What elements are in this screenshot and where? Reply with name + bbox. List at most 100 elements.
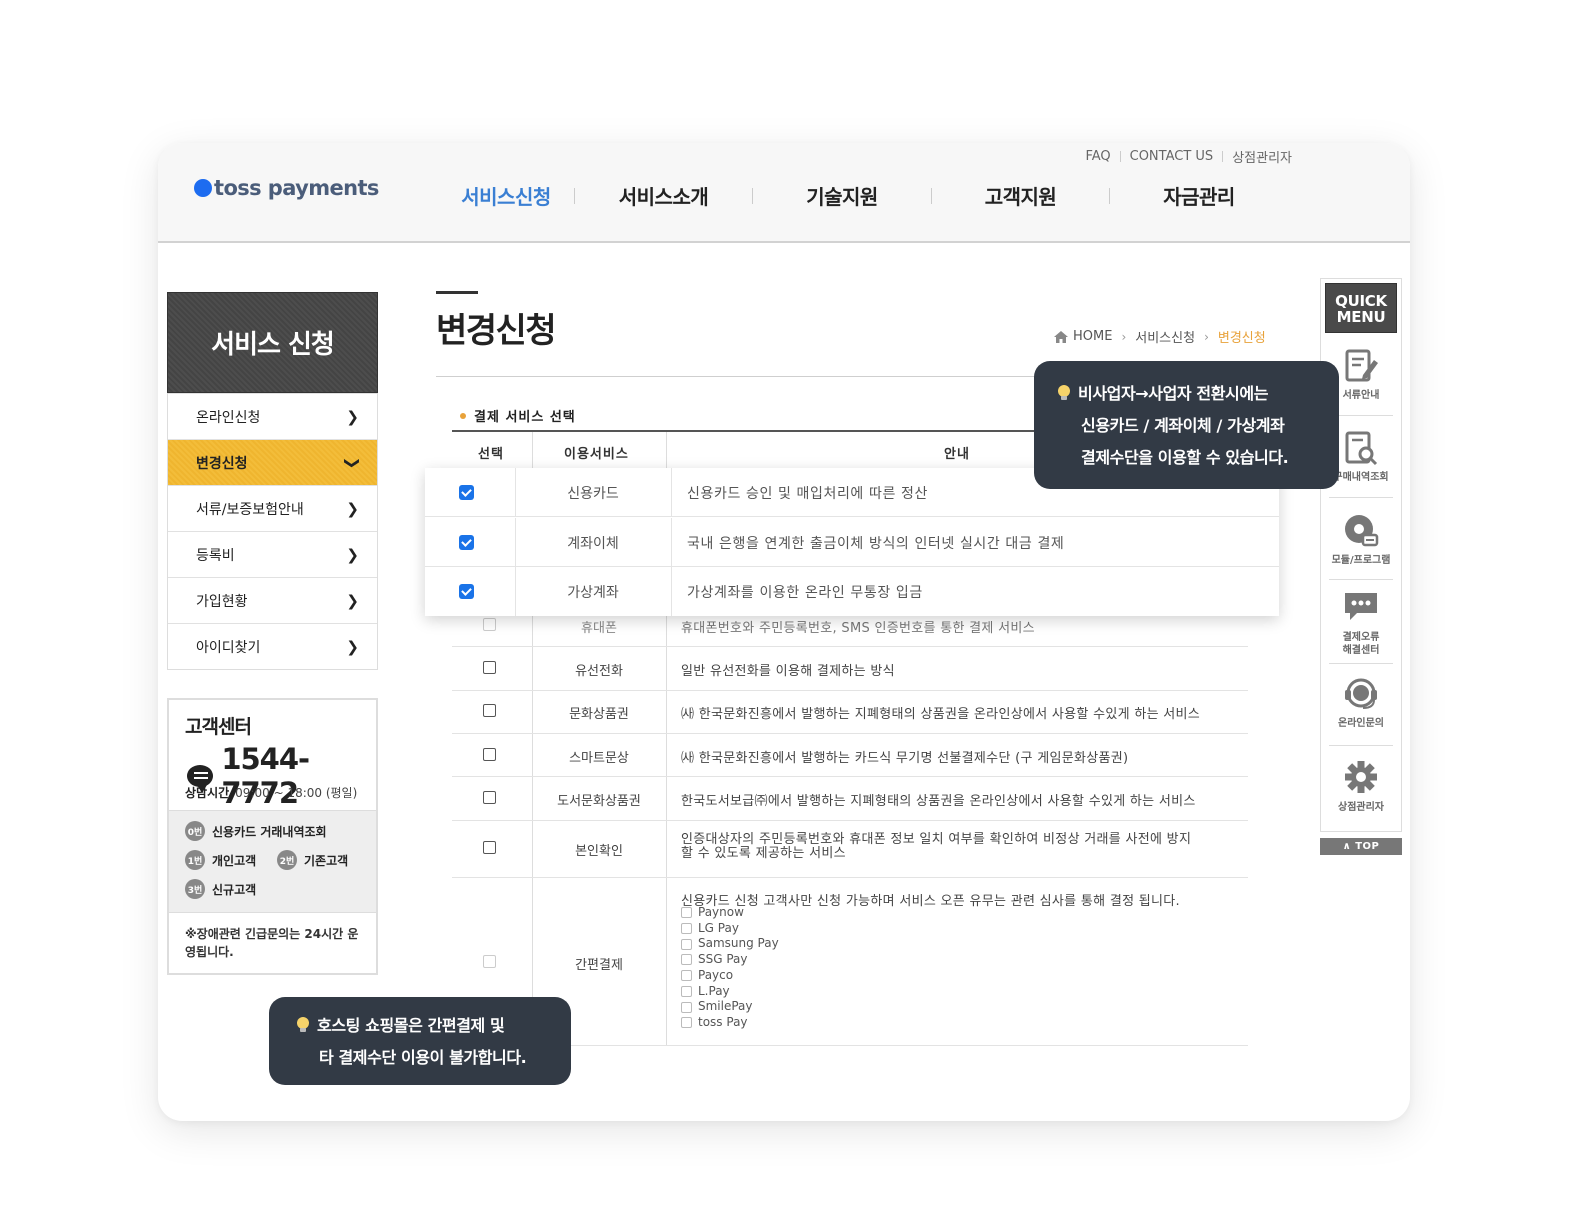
service-description: 휴대폰번호와 주민등록번호, SMS 인증번호를 통한 결제 서비스 bbox=[681, 621, 1035, 636]
sidebar-item-online-apply[interactable]: 온라인신청 ❯ bbox=[168, 393, 377, 439]
table-row-divider bbox=[452, 646, 1248, 647]
headset-icon bbox=[1345, 678, 1377, 709]
row-checkbox[interactable] bbox=[483, 618, 496, 631]
option-checkbox[interactable] bbox=[681, 938, 692, 950]
row-checkbox[interactable] bbox=[483, 748, 496, 761]
app-window: toss payments FAQ CONTACT US 상점관리자 서비스신청… bbox=[158, 143, 1410, 1121]
option-checkbox[interactable] bbox=[681, 954, 692, 966]
option-label: SSG Pay bbox=[698, 952, 748, 967]
row-checkbox[interactable] bbox=[483, 791, 496, 804]
service-name: 휴대폰 bbox=[581, 621, 617, 636]
ars-menu: 0번 신용카드 거래내역조회 1번 개인고객 2번 기존고객 3번 신규고객 bbox=[169, 810, 376, 913]
nav-service-apply[interactable]: 서비스신청 bbox=[438, 181, 574, 210]
sidebar-item-registration-fee[interactable]: 등록비 ❯ bbox=[168, 531, 377, 577]
divider bbox=[1329, 663, 1393, 664]
sidebar-item-signup-status[interactable]: 가입현황 ❯ bbox=[168, 577, 377, 623]
option-label: Payco bbox=[698, 967, 734, 982]
quick-menu-title-line: QUICK bbox=[1335, 292, 1387, 310]
quick-online-inquiry[interactable]: 온라인문의 bbox=[1321, 675, 1401, 730]
row-checkbox[interactable] bbox=[483, 955, 496, 968]
easy-pay-option[interactable]: Paynow bbox=[681, 905, 779, 921]
easy-pay-option[interactable]: Payco bbox=[681, 968, 779, 984]
checked-checkbox[interactable] bbox=[459, 584, 474, 599]
sidebar-item-documents[interactable]: 서류/보증보험안내 ❯ bbox=[168, 485, 377, 531]
option-label: toss Pay bbox=[698, 1014, 748, 1029]
table-bottom-border bbox=[452, 1045, 1248, 1046]
table-row-divider bbox=[452, 820, 1248, 821]
service-description: ㈔ 한국문화진흥에서 발행하는 지폐형태의 상품권을 온라인상에서 사용할 수있… bbox=[681, 707, 1201, 722]
row-checkbox[interactable] bbox=[483, 661, 496, 674]
easy-pay-option[interactable]: SSG Pay bbox=[681, 952, 779, 968]
quick-modules[interactable]: 모듈/프로그램 bbox=[1321, 512, 1401, 567]
lightbulb-icon bbox=[1058, 385, 1070, 400]
option-checkbox[interactable] bbox=[681, 970, 692, 982]
option-checkbox[interactable] bbox=[681, 1017, 692, 1029]
row-checkbox[interactable] bbox=[483, 704, 496, 717]
logo-text: toss payments bbox=[214, 176, 379, 200]
option-checkbox[interactable] bbox=[681, 985, 692, 997]
tooltip-line: 호스팅 쇼핑몰은 간편결제 및 bbox=[297, 1010, 571, 1042]
sidebar-item-label: 변경신청 bbox=[196, 455, 248, 472]
chevron-right-icon: ❯ bbox=[346, 545, 359, 564]
service-name: 도서문화상품권 bbox=[557, 794, 641, 809]
sidebar-item-label: 아이디찾기 bbox=[196, 639, 261, 656]
service-name: 문화상품권 bbox=[569, 707, 629, 722]
ars-option-label: 개인고객 bbox=[212, 853, 257, 868]
tooltip-business-conversion: 비사업자→사업자 전환시에는 신용카드 / 계좌이체 / 가상계좌 결제수단을 … bbox=[1034, 361, 1339, 489]
easy-pay-option[interactable]: Samsung Pay bbox=[681, 936, 779, 952]
nav-tech-support[interactable]: 기술지원 bbox=[753, 181, 931, 210]
option-checkbox[interactable] bbox=[681, 1001, 692, 1013]
sidebar-menu: 온라인신청 ❯ 변경신청 ❯ 서류/보증보험안내 ❯ 등록비 ❯ 가입현황 ❯ … bbox=[167, 393, 378, 670]
checked-checkbox[interactable] bbox=[459, 535, 474, 550]
sidebar-item-change-request[interactable]: 변경신청 ❯ bbox=[168, 439, 377, 485]
quick-error-center[interactable]: 결제오류 해결센터 bbox=[1321, 589, 1401, 657]
sidebar-item-label: 서류/보증보험안내 bbox=[196, 501, 304, 518]
table-row-divider bbox=[452, 877, 1248, 878]
ars-option-label: 기존고객 bbox=[304, 853, 349, 868]
merchant-admin-link[interactable]: 상점관리자 bbox=[1232, 147, 1292, 166]
ars-number-badge: 1번 bbox=[185, 850, 205, 870]
chevron-right-icon: ❯ bbox=[346, 637, 359, 656]
logo[interactable]: toss payments bbox=[194, 176, 379, 200]
nav-service-intro[interactable]: 서비스소개 bbox=[575, 181, 752, 210]
row-checkbox[interactable] bbox=[483, 841, 496, 854]
contact-us-link[interactable]: CONTACT US bbox=[1130, 149, 1214, 164]
option-label: SmilePay bbox=[698, 999, 753, 1014]
highlighted-rows: 신용카드 신용카드 승인 및 매입처리에 따른 정산 계좌이체 국내 은행을 연… bbox=[425, 468, 1279, 616]
page-title: 변경신청 bbox=[436, 311, 557, 351]
scroll-top-button[interactable]: ∧ TOP bbox=[1320, 838, 1402, 855]
quick-item-label: 구매내역조회 bbox=[1333, 472, 1389, 483]
option-checkbox[interactable] bbox=[681, 907, 692, 919]
easy-pay-option[interactable]: LG Pay bbox=[681, 921, 779, 937]
breadcrumb-home[interactable]: HOME bbox=[1073, 329, 1112, 344]
service-description: 신용카드 승인 및 매입처리에 따른 정산 bbox=[687, 486, 928, 502]
checked-checkbox[interactable] bbox=[459, 485, 474, 500]
nav-fund-management[interactable]: 자금관리 bbox=[1110, 181, 1288, 210]
utility-links: FAQ CONTACT US 상점관리자 bbox=[1085, 147, 1292, 166]
quick-item-label: 상점관리자 bbox=[1338, 802, 1384, 813]
tooltip-text: 비사업자→사업자 전환시에는 bbox=[1078, 384, 1269, 403]
easy-pay-option[interactable]: SmilePay bbox=[681, 999, 779, 1015]
table-row-divider bbox=[452, 733, 1248, 734]
faq-link[interactable]: FAQ bbox=[1085, 149, 1110, 164]
easy-pay-option[interactable]: L.Pay bbox=[681, 984, 779, 1000]
service-name: 계좌이체 bbox=[567, 536, 619, 552]
nav-customer-support[interactable]: 고객지원 bbox=[932, 181, 1109, 210]
column-divider bbox=[671, 567, 672, 616]
module-disc-icon bbox=[1345, 515, 1379, 547]
ars-option: 0번 신용카드 거래내역조회 bbox=[185, 821, 327, 841]
header: toss payments FAQ CONTACT US 상점관리자 서비스신청… bbox=[158, 143, 1410, 243]
easy-pay-option[interactable]: toss Pay bbox=[681, 1015, 779, 1031]
quick-item-label: 온라인문의 bbox=[1338, 718, 1384, 729]
quick-item-label: 해결센터 bbox=[1342, 645, 1380, 656]
service-name: 신용카드 bbox=[567, 486, 619, 502]
service-name: 간편결제 bbox=[575, 958, 623, 973]
sidebar-item-find-id[interactable]: 아이디찾기 ❯ bbox=[168, 623, 377, 669]
option-checkbox[interactable] bbox=[681, 923, 692, 935]
quick-item-label: 서류안내 bbox=[1342, 390, 1380, 401]
breadcrumb-service-apply[interactable]: 서비스신청 bbox=[1135, 327, 1195, 346]
logo-mark-icon bbox=[194, 179, 212, 197]
business-hours: 상담시간 09:00 ~ 18:00 (평일) bbox=[185, 784, 357, 801]
chevron-right-icon: ❯ bbox=[346, 499, 359, 518]
quick-merchant-admin[interactable]: 상점관리자 bbox=[1321, 759, 1401, 814]
